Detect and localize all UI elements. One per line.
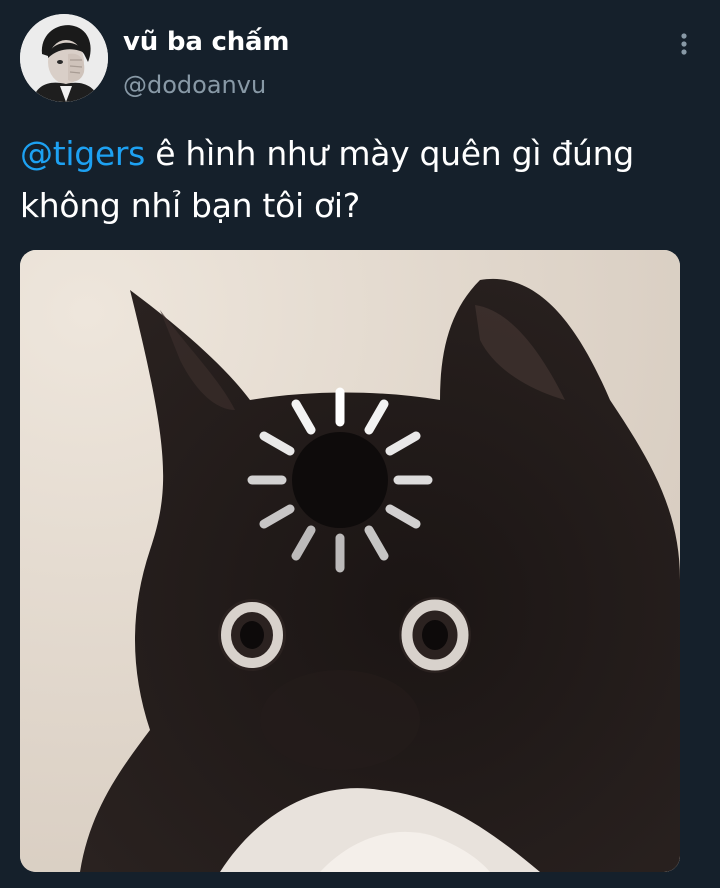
display-name[interactable]: vũ ba chấm [123,26,289,58]
tweet-media[interactable] [20,250,680,872]
avatar-image [20,14,108,102]
avatar[interactable] [20,14,108,102]
cat-meme-image [20,250,680,872]
more-options-button[interactable] [664,24,704,64]
mention-link[interactable]: @tigers [20,134,145,173]
more-vertical-icon [681,33,687,55]
tweet-card: vũ ba chấm @dodoanvu @tigers ê hình như … [0,0,720,888]
user-handle[interactable]: @dodoanvu [123,70,266,100]
tweet-text: @tigers ê hình như mày quên gì đúng khôn… [20,128,680,232]
